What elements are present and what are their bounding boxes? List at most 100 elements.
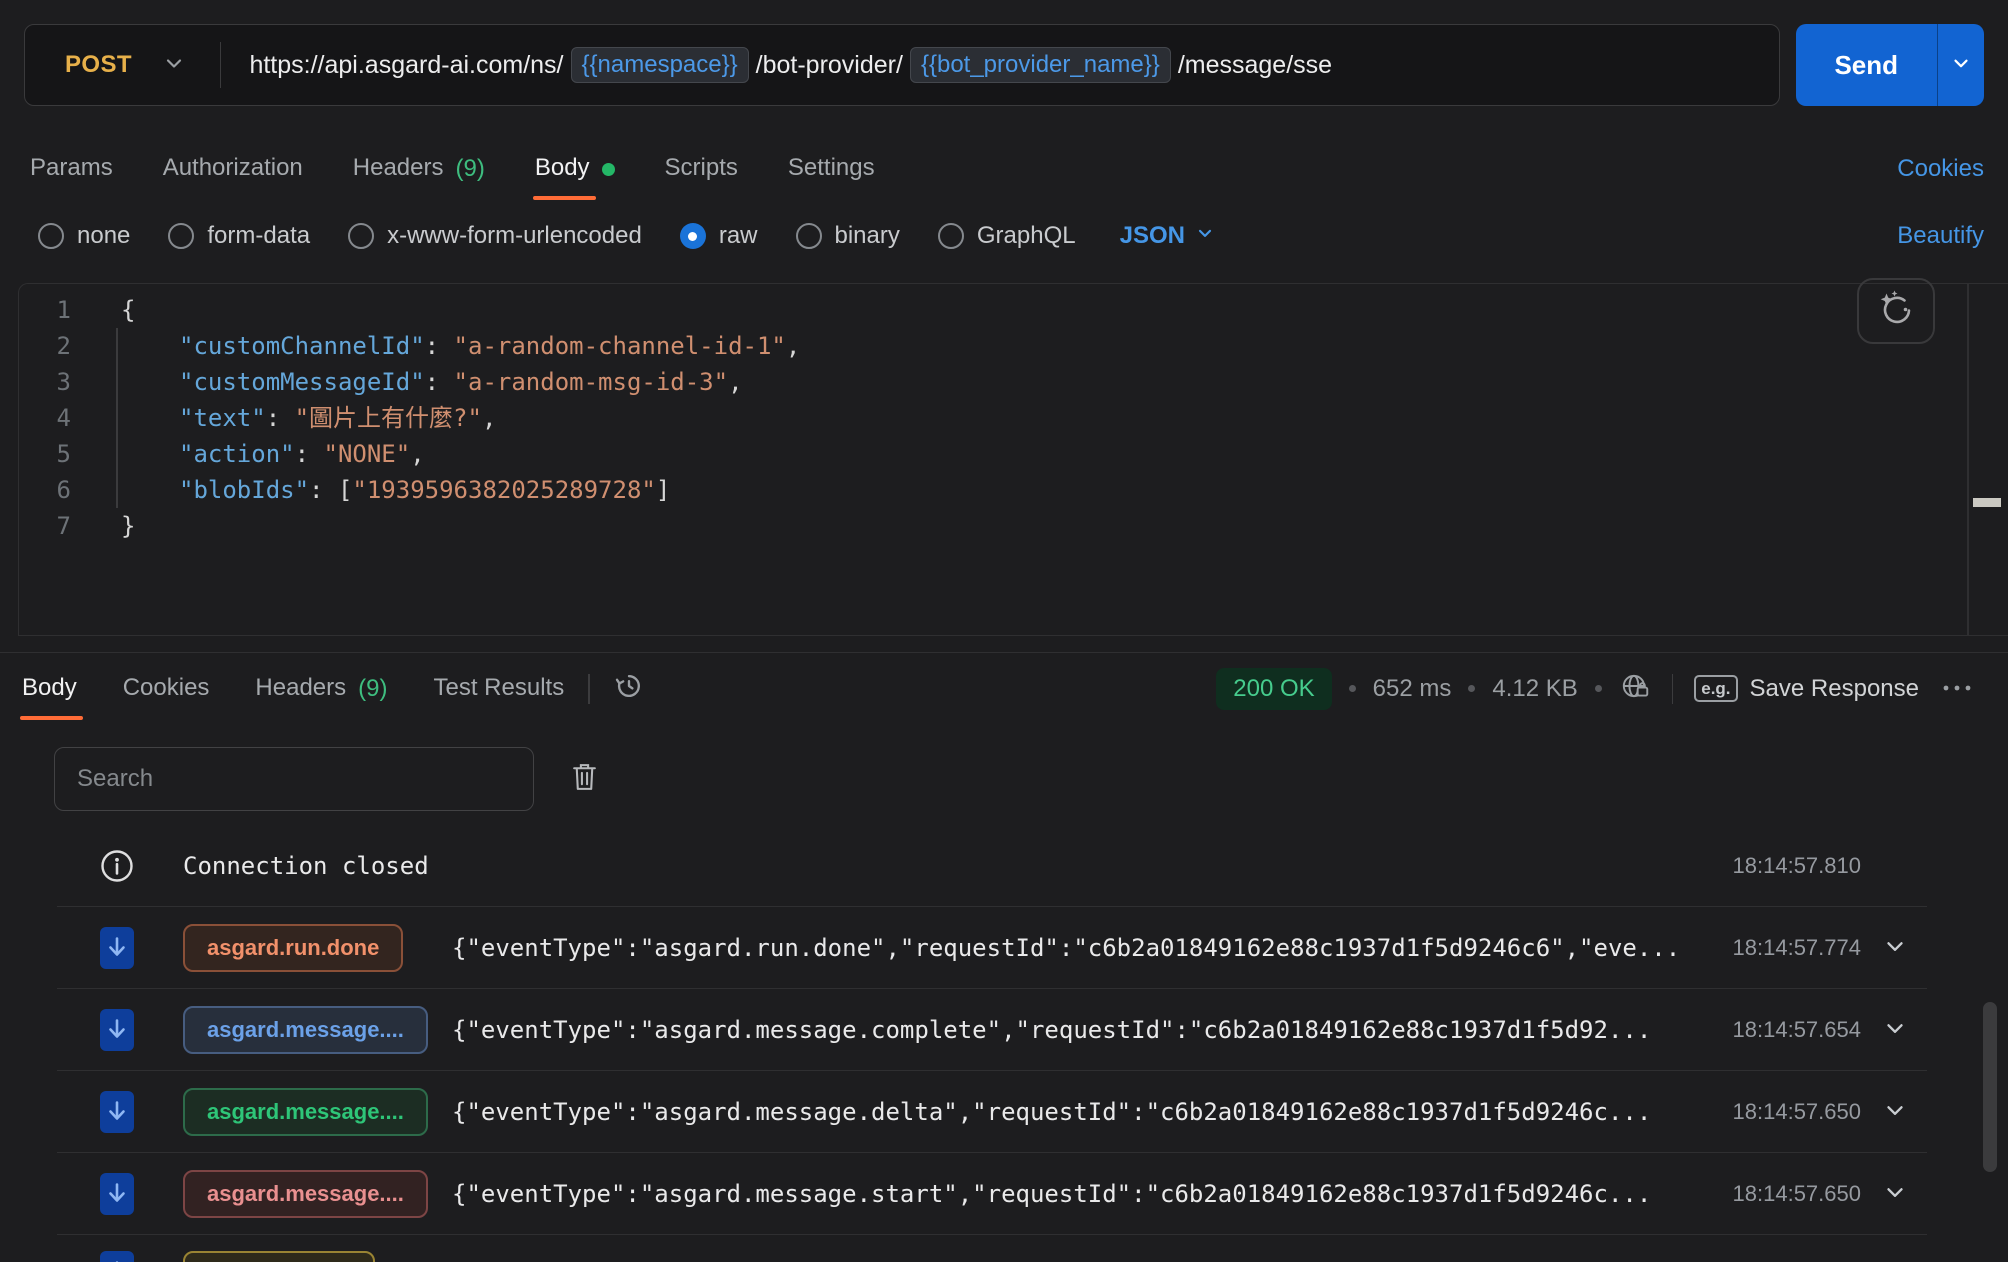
tab-headers[interactable]: Headers(9) — [353, 154, 485, 184]
method-selector[interactable]: POST — [25, 51, 220, 80]
expand-chevron-icon[interactable] — [1882, 1015, 1908, 1045]
url-text-segment: https://api.asgard-ai.com/ns/ — [249, 51, 563, 80]
event-type-badge — [183, 1251, 375, 1262]
url-text-segment: /message/sse — [1178, 51, 1332, 80]
status-badge[interactable]: 200 OK — [1216, 668, 1331, 710]
body-type-form-data[interactable]: form-data — [168, 222, 310, 250]
tab-scripts[interactable]: Scripts — [665, 154, 738, 184]
event-row[interactable]: asgard.message....{"eventType":"asgard.m… — [0, 1153, 2008, 1235]
code-lines: 1{2"customChannelId": "a-random-channel-… — [19, 292, 1948, 544]
expand-chevron-icon[interactable] — [1882, 1097, 1908, 1127]
download-arrow-icon — [100, 1009, 134, 1051]
code-line[interactable]: 3"customMessageId": "a-random-msg-id-3", — [19, 364, 1948, 400]
response-tab-test-results[interactable]: Test Results — [433, 674, 564, 704]
body-type-graphql[interactable]: GraphQL — [938, 222, 1076, 250]
response-meta: 200 OK 652 ms 4.12 KB e.g. — [1216, 668, 1972, 710]
token-value: "NONE" — [324, 440, 411, 468]
event-row[interactable] — [0, 1235, 2008, 1262]
send-options-button[interactable] — [1938, 24, 1984, 106]
body-type-binary[interactable]: binary — [796, 222, 900, 250]
radio-icon — [680, 223, 706, 249]
token-punct: { — [121, 296, 135, 324]
token-punct: , — [728, 368, 742, 396]
response-size[interactable]: 4.12 KB — [1492, 675, 1577, 703]
event-timestamp: 18:14:57.810 — [1733, 853, 1861, 879]
expand-chevron-icon[interactable] — [1882, 933, 1908, 963]
expand-chevron-icon[interactable] — [1882, 1179, 1908, 1209]
radio-label: none — [77, 222, 130, 250]
code-line[interactable]: 4"text": "圖片上有什麼?", — [19, 400, 1948, 436]
token-punct: , — [786, 332, 800, 360]
token-punct: ] — [656, 476, 670, 504]
send-label[interactable]: Send — [1796, 24, 1937, 106]
code-line[interactable]: 5"action": "NONE", — [19, 436, 1948, 472]
clear-events-button[interactable] — [571, 761, 598, 797]
search-input[interactable] — [54, 747, 534, 811]
ellipsis-icon — [1942, 680, 1972, 698]
request-body-editor[interactable]: 1{2"customChannelId": "a-random-channel-… — [18, 283, 2008, 636]
response-tabs-divider — [588, 674, 590, 704]
send-button[interactable]: Send — [1796, 24, 1984, 106]
radio-label: GraphQL — [977, 222, 1076, 250]
radio-icon — [348, 223, 374, 249]
body-type-raw[interactable]: raw — [680, 222, 758, 250]
tab-label: Body — [535, 154, 590, 184]
event-row[interactable]: asgard.message....{"eventType":"asgard.m… — [0, 989, 2008, 1071]
line-number: 2 — [19, 328, 71, 364]
postbot-button[interactable] — [1857, 278, 1935, 344]
info-icon — [100, 849, 134, 883]
event-timestamp: 18:14:57.774 — [1733, 935, 1861, 961]
token-value: "a-random-msg-id-3" — [454, 368, 729, 396]
code-line[interactable]: 2"customChannelId": "a-random-channel-id… — [19, 328, 1948, 364]
language-selector[interactable]: JSON — [1120, 222, 1215, 250]
line-number: 3 — [19, 364, 71, 400]
tab-body[interactable]: Body — [535, 154, 615, 184]
code-text: "blobIds": ["1939596382025289728"] — [179, 472, 670, 508]
code-line[interactable]: 1{ — [19, 292, 1948, 328]
code-line[interactable]: 7} — [19, 508, 1948, 544]
event-row-info[interactable]: Connection closed 18:14:57.810 — [0, 825, 2008, 907]
event-payload-preview: {"eventType":"asgard.message.complete","… — [452, 1016, 1698, 1044]
meta-separator-dot — [1468, 685, 1475, 692]
response-tab-body[interactable]: Body — [22, 674, 77, 704]
event-row[interactable]: asgard.run.done{"eventType":"asgard.run.… — [0, 907, 2008, 989]
response-tab-cookies[interactable]: Cookies — [123, 674, 210, 704]
response-scrollbar-handle[interactable] — [1983, 1002, 1997, 1172]
tab-params[interactable]: Params — [30, 154, 113, 184]
tab-count: (9) — [358, 675, 387, 703]
tab-label: Headers — [255, 674, 346, 704]
line-number: 7 — [19, 508, 71, 544]
body-type-none[interactable]: none — [38, 222, 130, 250]
token-key: "customChannelId" — [179, 332, 425, 360]
token-punct: , — [482, 404, 496, 432]
network-info-button[interactable] — [1619, 670, 1651, 707]
code-line[interactable]: 6"blobIds": ["1939596382025289728"] — [19, 472, 1948, 508]
beautify-link[interactable]: Beautify — [1897, 222, 1984, 250]
event-message: Connection closed — [183, 852, 429, 880]
url-input[interactable]: https://api.asgard-ai.com/ns/{{namespace… — [221, 47, 1332, 83]
code-text: } — [121, 508, 135, 544]
body-type-x-www-form-urlencoded[interactable]: x-www-form-urlencoded — [348, 222, 642, 250]
response-time[interactable]: 652 ms — [1373, 675, 1452, 703]
radio-icon — [938, 223, 964, 249]
token-key: "customMessageId" — [179, 368, 425, 396]
response-search-row — [54, 747, 598, 811]
event-row[interactable]: asgard.message....{"eventType":"asgard.m… — [0, 1071, 2008, 1153]
tab-count: (9) — [456, 155, 485, 183]
meta-separator-dot — [1595, 685, 1602, 692]
editor-scrollbar-handle[interactable] — [1973, 498, 2001, 507]
postbot-sparkle-icon — [1873, 288, 1919, 335]
response-history-button[interactable] — [614, 671, 644, 706]
tab-settings[interactable]: Settings — [788, 154, 875, 184]
response-tab-headers[interactable]: Headers (9) — [255, 674, 387, 704]
more-options-button[interactable] — [1942, 680, 1972, 698]
cookies-link[interactable]: Cookies — [1897, 155, 1984, 183]
save-response-button[interactable]: e.g. Save Response — [1694, 675, 1919, 703]
tab-authorization[interactable]: Authorization — [163, 154, 303, 184]
token-punct: , — [410, 440, 424, 468]
line-number: 4 — [19, 400, 71, 436]
tab-label: Test Results — [433, 674, 564, 704]
tab-label: Scripts — [665, 154, 738, 184]
download-arrow-icon — [100, 1251, 134, 1262]
tab-label: Authorization — [163, 154, 303, 184]
